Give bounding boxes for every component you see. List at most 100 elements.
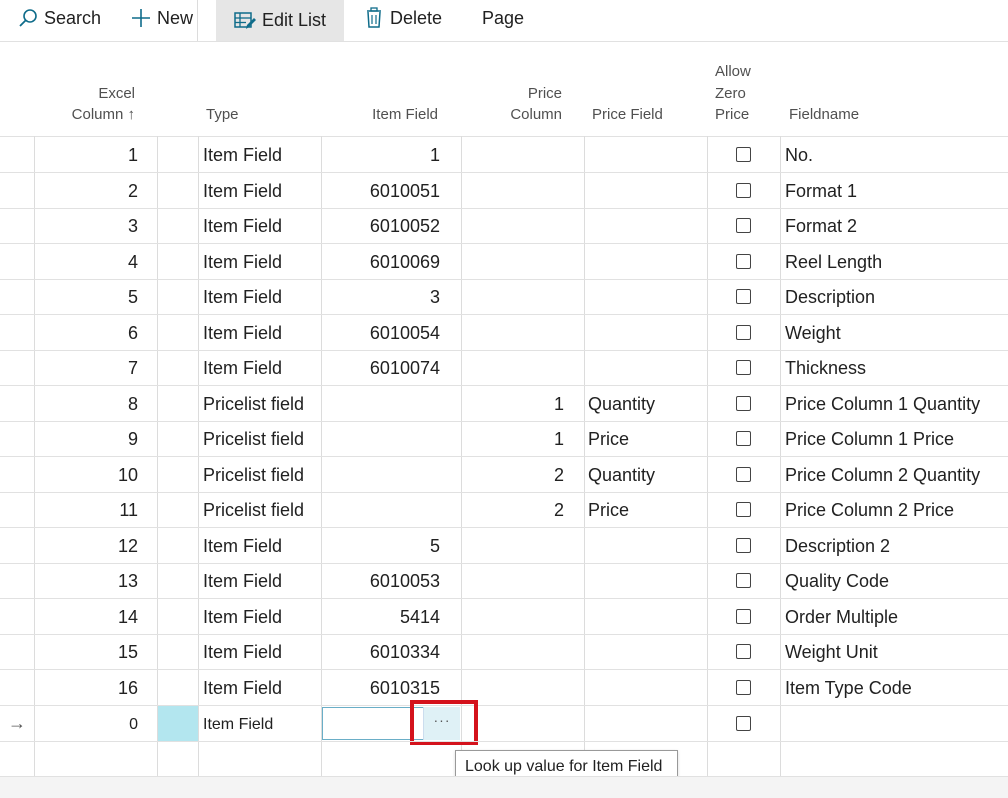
fieldname-cell[interactable]: Price Column 2 Quantity <box>785 457 980 492</box>
type-cell[interactable]: Item Field <box>203 315 282 350</box>
column-header-fieldname[interactable]: Fieldname <box>789 104 859 126</box>
delete-button[interactable]: Delete <box>364 0 442 36</box>
price-column-cell[interactable] <box>470 670 564 705</box>
page-menu[interactable]: Page <box>482 0 524 36</box>
fieldname-cell[interactable]: Thickness <box>785 350 866 385</box>
fieldname-cell[interactable]: Description 2 <box>785 528 890 563</box>
item-field-cell[interactable]: 5414 <box>330 599 440 634</box>
excel-column-cell[interactable]: 9 <box>40 421 138 456</box>
excel-column-cell[interactable]: 4 <box>40 244 138 279</box>
type-cell[interactable]: Item Field <box>203 208 282 243</box>
table-row[interactable]: 10 Pricelist field 2 Quantity Price Column 2… <box>0 457 1008 493</box>
excel-column-cell[interactable]: 13 <box>40 563 138 598</box>
price-column-cell[interactable]: 2 <box>470 492 564 527</box>
allow-zero-price-checkbox[interactable] <box>736 289 751 304</box>
excel-column-cell[interactable]: 10 <box>40 457 138 492</box>
price-column-cell[interactable] <box>470 350 564 385</box>
price-column-cell[interactable] <box>470 137 564 172</box>
excel-column-cell[interactable]: 12 <box>40 528 138 563</box>
price-column-cell[interactable]: 1 <box>470 386 564 421</box>
table-row[interactable]: 4 Item Field 6010069 Reel Length <box>0 244 1008 280</box>
table-row[interactable]: 7 Item Field 6010074 Thickness <box>0 350 1008 386</box>
item-field-cell[interactable] <box>330 457 440 492</box>
price-field-cell[interactable]: Quantity <box>588 386 655 421</box>
column-header-type[interactable]: Type <box>206 104 239 126</box>
item-field-cell[interactable]: 6010054 <box>330 315 440 350</box>
type-cell[interactable]: Item Field <box>203 563 282 598</box>
table-row[interactable]: 2 Item Field 6010051 Format 1 <box>0 173 1008 209</box>
table-row[interactable]: 12 Item Field 5 Description 2 <box>0 528 1008 564</box>
allow-zero-price-checkbox[interactable] <box>736 573 751 588</box>
item-field-cell[interactable] <box>330 492 440 527</box>
fieldname-cell[interactable]: Order Multiple <box>785 599 898 634</box>
fieldname-cell[interactable]: Reel Length <box>785 244 882 279</box>
price-field-cell[interactable]: Price <box>588 492 629 527</box>
type-cell[interactable]: Item Field <box>203 137 282 172</box>
item-field-cell[interactable]: 6010051 <box>330 173 440 208</box>
new-row-allow-zero-checkbox[interactable] <box>736 716 751 731</box>
fieldname-cell[interactable]: No. <box>785 137 813 172</box>
item-field-cell[interactable]: 6010074 <box>330 350 440 385</box>
price-column-cell[interactable] <box>470 244 564 279</box>
allow-zero-price-checkbox[interactable] <box>736 679 751 695</box>
type-cell[interactable]: Item Field <box>203 599 282 634</box>
excel-column-cell[interactable]: 11 <box>40 492 138 527</box>
fieldname-cell[interactable]: Format 1 <box>785 173 857 208</box>
new-row-type[interactable]: Item Field <box>203 706 273 741</box>
allow-zero-price-checkbox[interactable] <box>736 324 751 340</box>
table-row[interactable]: 3 Item Field 6010052 Format 2 <box>0 208 1008 244</box>
type-cell[interactable]: Item Field <box>203 528 282 563</box>
allow-zero-price-checkbox[interactable] <box>736 253 751 269</box>
type-cell[interactable]: Pricelist field <box>203 492 304 527</box>
type-cell[interactable]: Item Field <box>203 279 282 314</box>
allow-zero-price-checkbox[interactable] <box>736 360 751 375</box>
excel-column-cell[interactable]: 14 <box>40 599 138 634</box>
type-cell[interactable]: Item Field <box>203 670 282 705</box>
new-button[interactable]: New <box>131 0 193 36</box>
allow-zero-price-checkbox[interactable] <box>736 431 751 446</box>
type-cell[interactable]: Item Field <box>203 634 282 669</box>
fieldname-cell[interactable]: Price Column 2 Price <box>785 492 954 527</box>
table-row[interactable]: 16 Item Field 6010315 Item Type Code <box>0 670 1008 706</box>
table-row[interactable]: 11 Pricelist field 2 Price Price Column 2 Pr… <box>0 492 1008 528</box>
table-row[interactable]: 14 Item Field 5414 Order Multiple <box>0 599 1008 635</box>
table-row[interactable]: 6 Item Field 6010054 Weight <box>0 315 1008 351</box>
table-row[interactable]: 1 Item Field 1 No. <box>0 137 1008 173</box>
price-column-cell[interactable] <box>470 528 564 563</box>
allow-zero-price-checkbox[interactable] <box>736 644 751 659</box>
item-field-cell[interactable]: 5 <box>330 528 440 563</box>
edit-list-button[interactable]: Edit List <box>216 0 344 41</box>
type-cell[interactable]: Item Field <box>203 244 282 279</box>
price-field-cell[interactable]: Quantity <box>588 457 655 492</box>
table-row[interactable]: 5 Item Field 3 Description <box>0 279 1008 315</box>
type-cell[interactable]: Pricelist field <box>203 386 304 421</box>
price-column-cell[interactable]: 1 <box>470 421 564 456</box>
allow-zero-price-checkbox[interactable] <box>736 608 751 624</box>
fieldname-cell[interactable]: Description <box>785 279 875 314</box>
price-column-cell[interactable] <box>470 208 564 243</box>
table-row[interactable]: 13 Item Field 6010053 Quality Code <box>0 563 1008 599</box>
fieldname-cell[interactable]: Weight Unit <box>785 634 878 669</box>
excel-column-cell[interactable]: 16 <box>40 670 138 705</box>
allow-zero-price-checkbox[interactable] <box>736 182 751 198</box>
row-selector-cell[interactable] <box>158 706 198 741</box>
item-field-cell[interactable] <box>330 386 440 421</box>
price-column-cell[interactable] <box>470 173 564 208</box>
fieldname-cell[interactable]: Format 2 <box>785 208 857 243</box>
fieldname-cell[interactable]: Price Column 1 Price <box>785 421 954 456</box>
excel-column-cell[interactable]: 7 <box>40 350 138 385</box>
fieldname-cell[interactable]: Weight <box>785 315 841 350</box>
fieldname-cell[interactable]: Quality Code <box>785 563 889 598</box>
new-row-excel-column[interactable]: 0 <box>40 706 138 741</box>
item-field-cell[interactable]: 6010069 <box>330 244 440 279</box>
column-header-item-field[interactable]: Item Field <box>330 104 438 126</box>
fieldname-cell[interactable]: Price Column 1 Quantity <box>785 386 980 421</box>
allow-zero-price-checkbox[interactable] <box>736 502 751 517</box>
allow-zero-price-checkbox[interactable] <box>736 537 751 553</box>
allow-zero-price-checkbox[interactable] <box>736 147 751 162</box>
excel-column-cell[interactable]: 15 <box>40 634 138 669</box>
item-field-cell[interactable]: 6010334 <box>330 634 440 669</box>
search-button[interactable]: Search <box>18 0 101 36</box>
price-column-cell[interactable]: 2 <box>470 457 564 492</box>
price-column-cell[interactable] <box>470 315 564 350</box>
